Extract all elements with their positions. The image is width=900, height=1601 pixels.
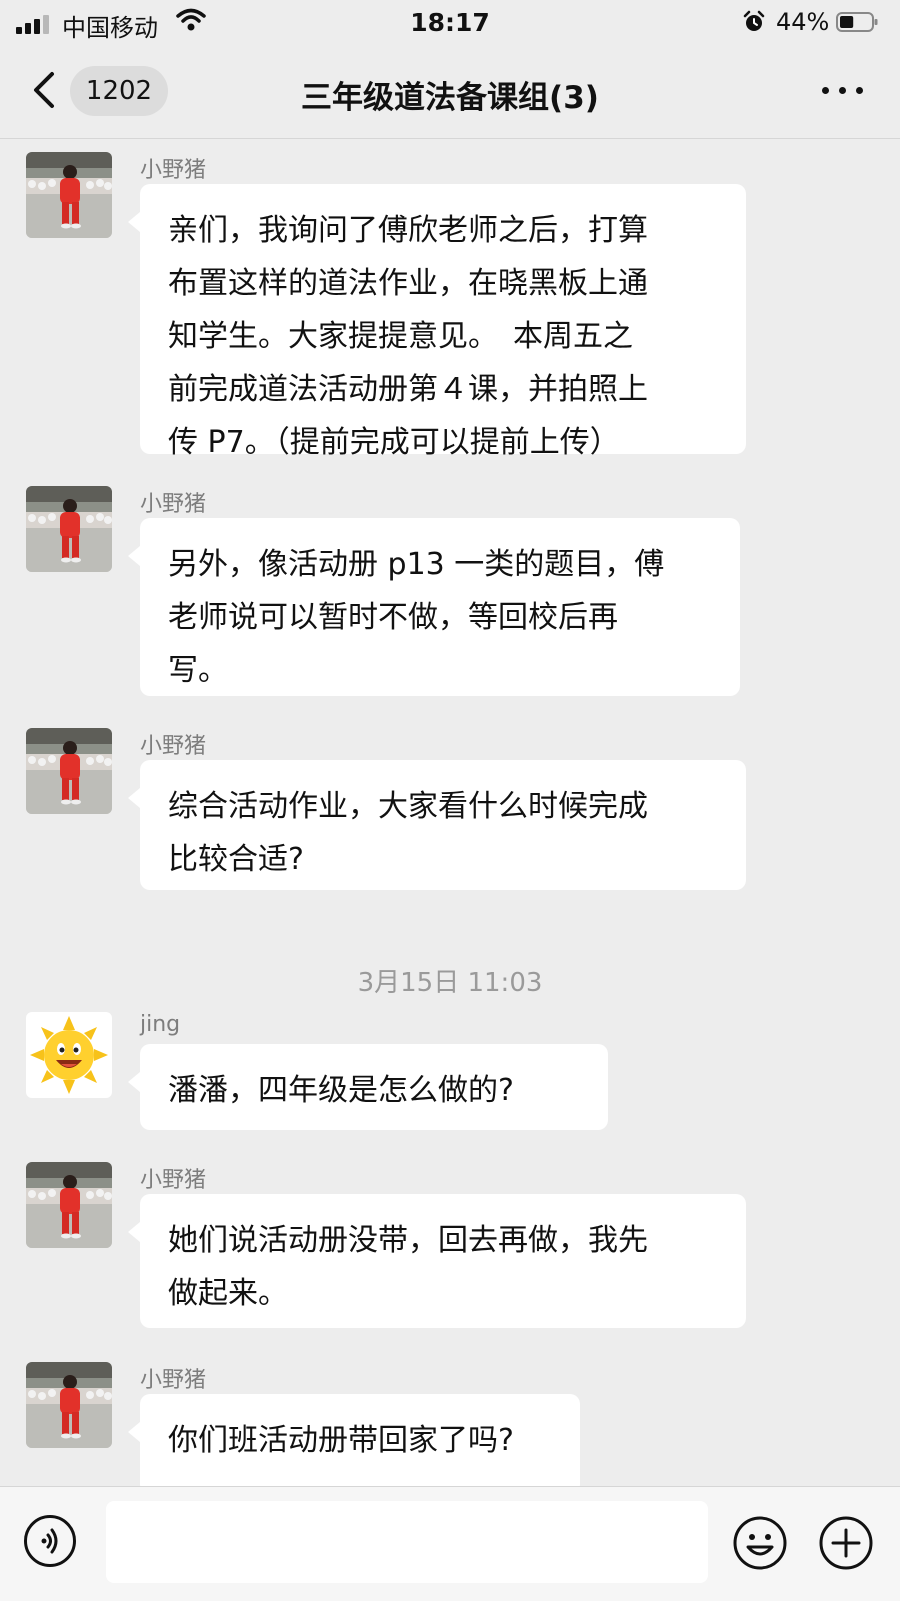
sender-name: 小野猪: [140, 734, 207, 759]
message-bubble[interactable]: 亲们，我询问了傅欣老师之后，打算 布置这样的道法作业，在晓黑板上通 知学生。大家…: [128, 184, 746, 460]
add-more-icon[interactable]: [818, 1515, 874, 1571]
sender-name: 小野猪: [140, 492, 207, 517]
message-bubble[interactable]: 潘潘，四年级是怎么做的?: [128, 1044, 608, 1130]
back-icon[interactable]: [28, 70, 62, 110]
message-line: 前完成道法活动册第４课，并拍照上: [168, 372, 648, 407]
input-bar: [0, 1486, 900, 1601]
message-line: 潘潘，四年级是怎么做的?: [168, 1073, 514, 1108]
voice-input-icon[interactable]: [24, 1515, 76, 1567]
message-bubble[interactable]: 综合活动作业，大家看什么时候完成 比较合适?: [128, 760, 746, 890]
message-line: 老师说可以暂时不做，等回校后再: [168, 600, 618, 635]
message-line: 另外，像活动册 p13 一类的题目，傅: [168, 547, 665, 582]
unread-count-badge[interactable]: 1202: [70, 66, 168, 116]
message-line: 写。: [168, 653, 228, 688]
message-line: 传 P7。（提前完成可以提前上传）: [168, 425, 620, 460]
chat-title: 三年级道法备课组(3): [301, 80, 599, 116]
message-line: 亲们，我询问了傅欣老师之后，打算: [168, 213, 648, 248]
message-input[interactable]: [106, 1501, 708, 1583]
message-item: 小野猪 你们班活动册带回家了吗?: [0, 1362, 900, 1486]
sender-name: 小野猪: [140, 1368, 207, 1393]
emoji-icon[interactable]: [732, 1515, 788, 1571]
avatar[interactable]: [26, 486, 112, 572]
avatar[interactable]: [26, 728, 112, 814]
message-line: 布置这样的道法作业，在晓黑板上通: [168, 266, 648, 301]
message-bubble[interactable]: 她们说活动册没带，回去再做，我先 做起来。: [128, 1194, 746, 1328]
message-line: 做起来。: [168, 1276, 288, 1311]
message-bubble[interactable]: 你们班活动册带回家了吗?: [128, 1394, 580, 1486]
sender-name: jing: [140, 1012, 181, 1037]
alarm-clock-icon: [743, 10, 765, 31]
more-options-icon[interactable]: [818, 80, 868, 100]
message-line: 比较合适?: [168, 842, 304, 877]
battery-icon: [836, 12, 878, 32]
avatar[interactable]: [26, 152, 112, 238]
status-bar: 中国移动 18:17 44%: [0, 0, 900, 44]
avatar[interactable]: [26, 1162, 112, 1248]
message-line: 知学生。大家提提意见。 本周五之: [168, 319, 633, 354]
message-line: 她们说活动册没带，回去再做，我先: [168, 1223, 648, 1258]
message-line: 你们班活动册带回家了吗?: [168, 1423, 514, 1458]
avatar[interactable]: [26, 1012, 112, 1098]
timestamp: 3月15日 11:03: [357, 968, 543, 998]
avatar[interactable]: [26, 1362, 112, 1448]
battery-percentage: 44%: [776, 8, 830, 36]
sender-name: 小野猪: [140, 158, 207, 183]
message-bubble[interactable]: 另外，像活动册 p13 一类的题目，傅 老师说可以暂时不做，等回校后再 写。: [128, 518, 740, 696]
chat-header: 1202 三年级道法备课组(3): [0, 44, 900, 139]
message-line: 综合活动作业，大家看什么时候完成: [168, 789, 648, 824]
sender-name: 小野猪: [140, 1168, 207, 1193]
